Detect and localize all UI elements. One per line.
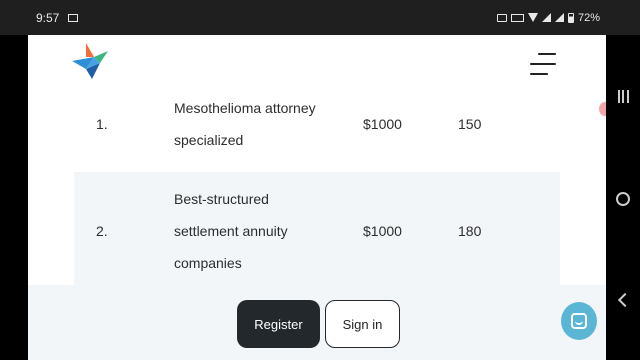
site-header [28,35,606,97]
status-bar: 9:57 72% [0,0,640,35]
register-button[interactable]: Register [237,300,320,348]
battery-level: 72% [577,11,600,24]
row-price: $1000 [363,223,402,239]
row-name: Best-structured settlement annuity compa… [174,183,324,279]
table-row: 1. Mesothelioma attorney specialized $10… [74,97,560,172]
row-name: Mesothelioma attorney specialized [174,92,324,156]
chat-icon [571,313,587,329]
row-name-line: settlement annuity [174,223,288,239]
signal-icon [554,13,564,22]
auth-bar: Register Sign in [28,285,606,360]
bird-logo[interactable] [72,43,110,81]
row-number: 2. [96,223,108,239]
row-name-line: companies [174,255,242,271]
hamburger-menu-icon[interactable] [528,51,558,77]
recent-apps-icon[interactable] [617,89,629,103]
back-icon[interactable] [617,293,633,308]
row-name-line: Best-structured [174,191,269,207]
signal-icon [541,13,551,22]
notification-icon [68,13,79,22]
row-name-line: specialized [174,132,244,148]
row-count: 150 [458,116,482,132]
home-icon[interactable] [616,191,630,206]
cast-icon [496,13,507,22]
web-viewport: 1. Mesothelioma attorney specialized $10… [28,35,606,360]
chat-button[interactable] [561,302,597,340]
row-number: 1. [96,116,108,132]
nfc-icon [510,13,524,22]
signin-button[interactable]: Sign in [325,300,400,348]
android-nav-bar [606,35,640,360]
battery-icon [567,12,574,23]
table-row: 2. Best-structured settlement annuity co… [74,172,560,292]
row-count: 180 [458,223,482,239]
status-time: 9:57 [36,10,60,25]
row-name-line: Mesothelioma attorney [174,100,316,116]
wifi-icon [527,13,538,22]
row-price: $1000 [363,116,402,132]
